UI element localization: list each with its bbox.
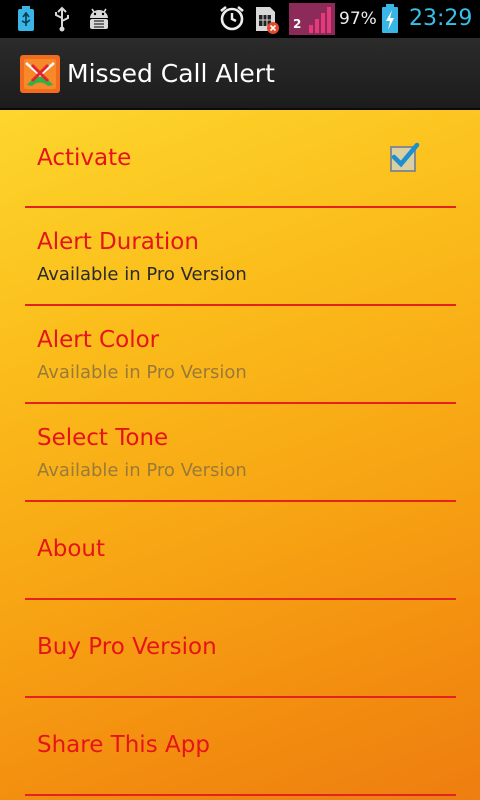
pref-share-app-title: Share This App xyxy=(37,732,210,758)
pref-alert-color-title: Alert Color xyxy=(37,327,160,353)
pref-buy-pro[interactable]: Buy Pro Version xyxy=(25,600,456,698)
usb-icon xyxy=(55,6,69,32)
pref-alert-duration-summary: Available in Pro Version xyxy=(37,264,247,285)
pref-activate[interactable]: Activate xyxy=(25,110,456,208)
activate-checkbox[interactable] xyxy=(390,142,420,172)
usb-debug-icon xyxy=(18,6,34,31)
pref-activate-title: Activate xyxy=(37,145,132,171)
pref-alert-duration-title: Alert Duration xyxy=(37,229,199,255)
preferences-list: Activate Alert Duration Available in Pro… xyxy=(0,110,480,800)
clock: 23:29 xyxy=(409,6,473,31)
action-bar: Missed Call Alert xyxy=(0,38,480,110)
app-logo-icon xyxy=(20,55,60,93)
pref-alert-color-summary: Available in Pro Version xyxy=(37,362,247,383)
pref-about-title: About xyxy=(37,536,106,562)
pref-alert-duration[interactable]: Alert Duration Available in Pro Version xyxy=(25,208,456,306)
pref-select-tone: Select Tone Available in Pro Version xyxy=(25,404,456,502)
pref-alert-color: Alert Color Available in Pro Version xyxy=(25,306,456,404)
signal-icon: 2 xyxy=(289,3,335,35)
status-bar: 2 97% 23:29 xyxy=(0,0,480,38)
pref-share-app[interactable]: Share This App xyxy=(25,698,456,796)
sim-slot-number: 2 xyxy=(293,17,302,31)
pref-select-tone-summary: Available in Pro Version xyxy=(37,460,247,481)
pref-buy-pro-title: Buy Pro Version xyxy=(37,634,217,660)
alarm-icon xyxy=(220,5,244,31)
battery-percent: 97% xyxy=(339,9,377,29)
sim-card-error-icon xyxy=(256,7,279,34)
android-debug-icon xyxy=(90,8,108,29)
checkmark-icon xyxy=(391,142,420,168)
pref-select-tone-title: Select Tone xyxy=(37,425,169,451)
battery-charging-icon xyxy=(382,4,398,33)
app-title: Missed Call Alert xyxy=(67,59,275,88)
pref-about[interactable]: About xyxy=(25,502,456,600)
